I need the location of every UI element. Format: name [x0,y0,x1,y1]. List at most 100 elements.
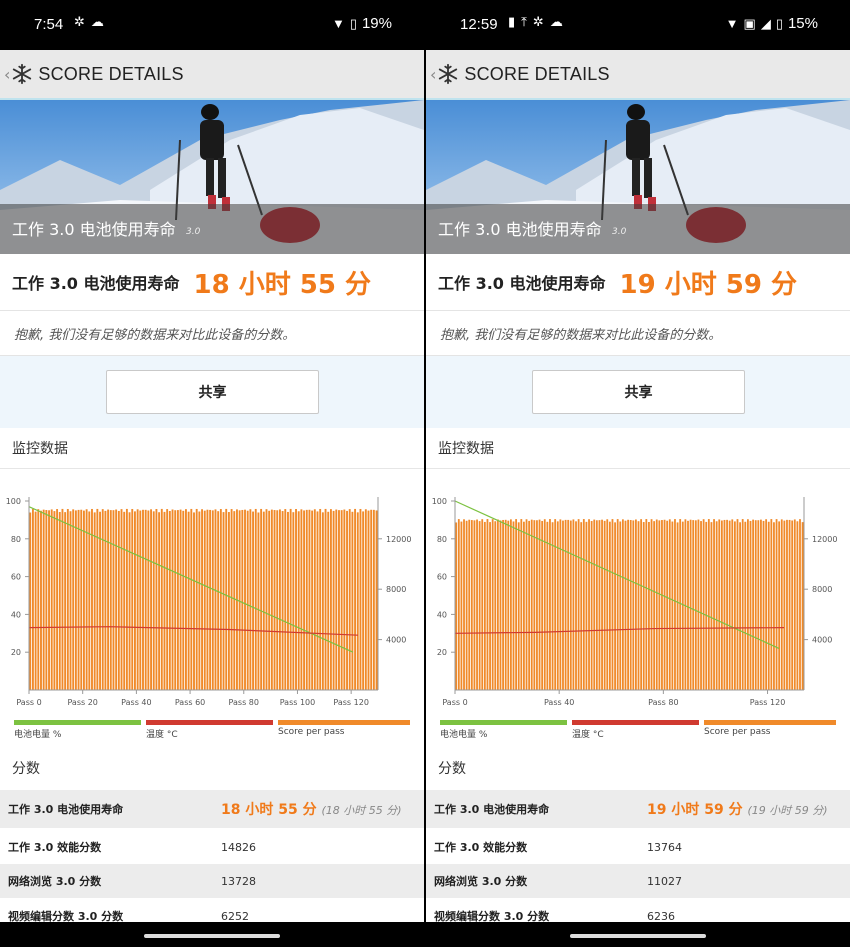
score-bar [463,519,465,690]
score-bar [635,519,637,690]
score-bar [276,510,279,690]
share-button[interactable]: 共享 [532,370,745,414]
score-value: 18 小时 55 分 (18 小时 55 分) [221,799,402,819]
score-bar [257,512,260,690]
score-row: 工作 3.0 效能分数 13764 [426,830,850,866]
notice-text: 抱歉, 我们没有足够的数据来对比此设备的分数。 [440,327,722,343]
score-bar [367,510,370,690]
score-bar [783,520,786,690]
scores-title: 分数 [438,761,466,777]
score-bar [335,509,338,690]
score-bar [303,510,306,690]
score-bar [217,511,220,690]
score-bar [739,522,741,690]
score-bar [718,519,721,690]
score-bar [297,511,300,690]
battery-percent: 15% [787,15,818,32]
score-bar [577,519,580,690]
score-row: 网络浏览 3.0 分数 11027 [426,864,850,900]
score-bar [530,519,533,690]
result-value: 19 小时 59 分 [619,269,798,300]
score-bar [713,519,715,690]
home-indicator[interactable] [144,934,280,938]
score-bar [37,509,40,690]
score-bar [203,510,206,690]
share-button[interactable]: 共享 [106,370,319,414]
score-row: 工作 3.0 电池使用寿命 19 小时 59 分 (19 小时 59 分) [426,790,850,830]
score-bar [509,519,512,690]
score-bar [356,512,359,690]
score-bar [674,519,676,690]
score-bar [775,519,778,690]
score-bar [538,519,541,690]
score-bar [300,509,303,690]
score-bar [244,509,246,690]
score-bar [190,508,193,690]
score-bar [278,509,281,690]
app-bar: ‹ SCORE DETAILS [0,50,424,100]
share-area: 共享 [0,356,424,428]
score-bar [346,510,348,690]
score-bar [788,519,791,690]
app-bar: ‹ SCORE DETAILS [426,50,850,100]
score-bar [48,510,50,690]
score-bar [645,519,648,690]
score-value-main: 19 小时 59 分 [647,802,743,818]
score-bar [171,509,174,690]
score-bar [117,510,120,690]
score-bar [520,519,523,690]
score-bar [679,519,682,690]
score-value: 19 小时 59 分 (19 小时 59 分) [647,799,828,819]
x-tick-label: Pass 80 [229,698,259,707]
score-bar [56,509,59,690]
legend-swatch-battery [14,720,141,725]
score-bar [465,520,468,690]
score-bar [313,509,316,690]
score-bar [163,511,166,690]
back-chevron-icon[interactable]: ‹ [4,65,10,84]
app-title: SCORE DETAILS [38,63,184,84]
scores-section-header: 分数 [0,748,424,788]
chart-legend: 电池电量 % 温度 °C Score per pass [0,720,424,750]
score-bar [658,520,661,690]
score-bar [603,520,606,690]
score-bar [142,509,144,690]
score-bar [668,519,671,690]
score-bar [486,519,489,690]
score-bar [74,510,77,690]
score-bar [112,510,115,690]
score-bar [284,509,287,690]
score-bar [104,510,107,690]
home-indicator[interactable] [570,934,706,938]
scores-title: 分数 [12,761,40,777]
score-bar [512,521,515,690]
chart-legend: 电池电量 % 温度 °C Score per pass [426,720,850,750]
score-bar [694,520,697,690]
score-bar [31,508,34,690]
y-left-tick-label: 60 [11,573,21,582]
hero-version: 3.0 [612,227,627,237]
score-bar [611,519,614,690]
legend-swatch-battery [440,720,567,725]
score-bar [689,519,692,690]
score-bar [760,519,762,690]
phone-screen-right: 12:59 ▮ ⤒ ✲ ☁ ▼ ▣ ◢ ▯ 15% ‹ SCORE DETAIL… [426,0,850,947]
back-chevron-icon[interactable]: ‹ [430,65,436,84]
score-bar [88,511,91,690]
legend-label: Score per pass [278,727,345,737]
score-value: 14826 [221,840,256,854]
score-bar [359,508,362,690]
y-left-tick-label: 40 [437,610,447,619]
legend-temperature: 温度 °C [146,720,273,740]
score-bar [754,520,757,690]
score-bar [762,520,765,690]
score-bar [692,520,695,690]
score-bar [642,522,645,690]
score-bar [152,511,155,690]
y-left-tick-label: 40 [11,610,21,619]
score-bar [66,509,69,690]
score-bar [616,519,619,690]
score-bar [362,511,365,690]
score-value: 6252 [221,909,249,923]
score-bar [468,519,471,690]
